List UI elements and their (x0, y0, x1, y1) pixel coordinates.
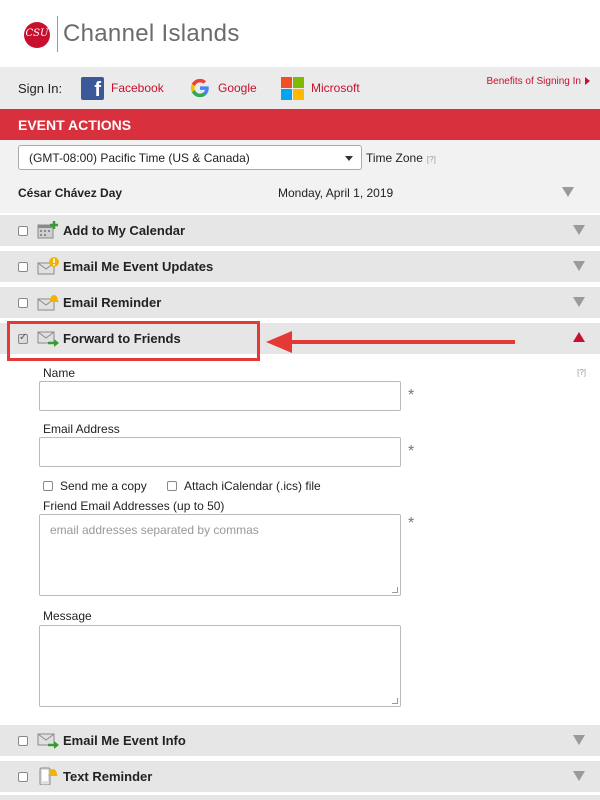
microsoft-signin-button[interactable]: Microsoft (281, 76, 360, 100)
arrow-annotation-line (290, 340, 515, 344)
event-name: César Chávez Day (18, 186, 123, 200)
logo-divider (57, 16, 58, 52)
email-event-info-checkbox[interactable] (18, 736, 28, 746)
google-label: Google (218, 81, 257, 95)
timezone-select[interactable]: (GMT-08:00) Pacific Time (US & Canada) (18, 145, 362, 170)
bottom-divider (0, 795, 600, 800)
text-reminder-label: Text Reminder (63, 769, 153, 784)
expand-triangle-icon[interactable] (573, 225, 585, 235)
required-marker: * (408, 387, 415, 404)
timezone-label: Time Zone [?] (366, 151, 436, 165)
collapse-triangle-icon[interactable] (573, 332, 585, 342)
event-actions-title: EVENT ACTIONS (18, 117, 132, 133)
action-text-reminder[interactable]: Text Reminder (0, 761, 600, 792)
brand-name[interactable]: Channel Islands (63, 20, 240, 48)
event-actions-header: EVENT ACTIONS (0, 109, 600, 140)
resize-grip-icon[interactable] (392, 698, 398, 704)
expand-triangle-icon[interactable] (573, 261, 585, 271)
required-marker: * (408, 515, 415, 532)
expand-triangle-icon[interactable] (573, 771, 585, 781)
email-info-icon (37, 733, 59, 749)
add-to-calendar-label: Add to My Calendar (63, 223, 186, 238)
timezone-value: (GMT-08:00) Pacific Time (US & Canada) (29, 151, 250, 165)
email-reminder-label: Email Reminder (63, 295, 162, 310)
email-alert-icon (37, 257, 59, 275)
event-row[interactable]: César Chávez Day Monday, April 1, 2019 (0, 177, 600, 213)
benefits-link[interactable]: Benefits of Signing In (486, 76, 590, 87)
play-arrow-icon (585, 77, 590, 86)
friend-emails-placeholder: email addresses separated by commas (50, 523, 259, 537)
benefits-label: Benefits of Signing In (486, 76, 581, 87)
form-help-link[interactable]: [?] (577, 368, 586, 377)
message-label: Message (43, 609, 92, 623)
google-icon (190, 78, 209, 98)
csu-logo-icon[interactable]: CSU (24, 22, 50, 48)
microsoft-icon (281, 76, 304, 100)
timezone-help-link[interactable]: [?] (427, 155, 436, 164)
action-email-event-info[interactable]: Email Me Event Info (0, 725, 600, 756)
send-copy-checkbox[interactable] (43, 481, 53, 491)
highlight-annotation-box (7, 321, 260, 361)
timezone-row: (GMT-08:00) Pacific Time (US & Canada) T… (0, 140, 600, 177)
name-label: Name (43, 366, 76, 380)
action-email-updates[interactable]: Email Me Event Updates (0, 251, 600, 282)
phone-bell-icon (39, 767, 58, 785)
signin-bar: Sign In: f Facebook Google Microsoft Ben… (0, 67, 600, 109)
email-updates-checkbox[interactable] (18, 262, 28, 272)
signin-label: Sign In: (18, 81, 63, 96)
required-marker: * (408, 443, 415, 460)
resize-grip-icon[interactable] (392, 587, 398, 593)
site-header: CSU Channel Islands (0, 0, 600, 67)
friend-emails-textarea[interactable]: email addresses separated by commas (39, 514, 401, 596)
text-reminder-checkbox[interactable] (18, 772, 28, 782)
chevron-down-icon (345, 156, 353, 161)
email-address-label: Email Address (43, 422, 120, 436)
add-to-calendar-checkbox[interactable] (18, 226, 28, 236)
arrow-annotation-head (266, 331, 292, 353)
forward-to-friends-form: [?] Name * Email Address * Send me a cop… (0, 357, 600, 723)
attach-ics-checkbox[interactable] (167, 481, 177, 491)
facebook-label: Facebook (111, 81, 164, 95)
send-copy-label: Send me a copy (60, 479, 147, 493)
email-address-input[interactable] (39, 437, 401, 467)
facebook-signin-button[interactable]: f Facebook (81, 76, 164, 101)
email-bell-icon (37, 295, 59, 311)
email-reminder-checkbox[interactable] (18, 298, 28, 308)
facebook-icon: f (81, 76, 104, 101)
expand-triangle-icon[interactable] (573, 735, 585, 745)
name-input[interactable] (39, 381, 401, 411)
expand-triangle-icon[interactable] (573, 297, 585, 307)
email-event-info-label: Email Me Event Info (63, 733, 186, 748)
action-add-to-calendar[interactable]: Add to My Calendar (0, 215, 600, 246)
friend-emails-label: Friend Email Addresses (up to 50) (43, 499, 225, 513)
expand-triangle-icon[interactable] (562, 187, 574, 197)
calendar-add-icon (37, 221, 58, 239)
google-signin-button[interactable]: Google (189, 76, 257, 100)
email-updates-label: Email Me Event Updates (63, 259, 214, 274)
event-date: Monday, April 1, 2019 (278, 186, 394, 200)
microsoft-label: Microsoft (311, 81, 360, 95)
attach-ics-label: Attach iCalendar (.ics) file (184, 479, 321, 493)
message-textarea[interactable] (39, 625, 401, 707)
action-email-reminder[interactable]: Email Reminder (0, 287, 600, 318)
